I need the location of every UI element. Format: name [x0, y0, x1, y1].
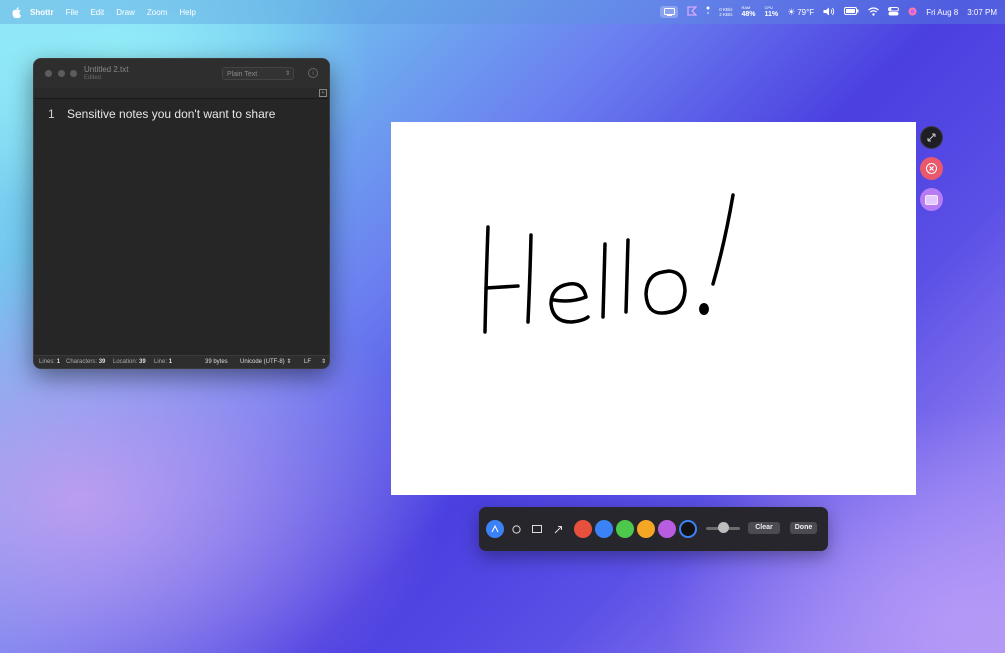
editor-status-bar: Lines: 1 Characters: 39 Location: 39 Lin…: [34, 355, 329, 368]
screen-icon[interactable]: [660, 6, 679, 18]
drawing-toolbar: Clear Done: [479, 507, 828, 551]
pen-tool-button[interactable]: [486, 520, 504, 538]
siri-icon[interactable]: [908, 7, 917, 18]
shottr-status-icon[interactable]: [687, 6, 698, 18]
cpu-stat[interactable]: CPU 11%: [765, 5, 779, 19]
ram-stat[interactable]: RAM 48%: [741, 5, 755, 19]
stroke-h-right: [526, 233, 533, 324]
color-swatch-green[interactable]: [616, 520, 634, 538]
battery-icon[interactable]: [844, 7, 859, 17]
updown-chevron-icon: ⇕: [284, 71, 290, 77]
editor-line-text: Sensitive notes you don't want to share: [67, 107, 276, 121]
network-stats[interactable]: 0 KB/s 2 KB/s: [719, 7, 732, 17]
editor-titlebar[interactable]: Untitled 2.txt Edited Plain Text ⇕ i: [34, 59, 329, 88]
resize-button[interactable]: [920, 126, 943, 149]
arrow-tool-button[interactable]: [549, 520, 567, 538]
arrow-icon: [554, 525, 562, 533]
editor-text-area[interactable]: 1 Sensitive notes you don't want to shar…: [34, 99, 329, 355]
pen-icon: [491, 525, 499, 533]
sun-icon: ☀: [787, 6, 796, 17]
status-characters: Characters: 39: [66, 359, 106, 365]
cpu-value: 11%: [764, 11, 779, 18]
clear-button[interactable]: Clear: [748, 522, 780, 534]
info-icon[interactable]: i: [308, 68, 318, 78]
stroke-l-1: [601, 242, 607, 319]
weather-temp: 79°F: [797, 7, 815, 17]
menu-file[interactable]: File: [66, 8, 79, 17]
format-select[interactable]: Plain Text ⇕: [222, 67, 294, 80]
editor-subtitle: Edited: [84, 75, 102, 81]
expand-icon[interactable]: +: [319, 89, 327, 97]
dot-icon[interactable]: [706, 6, 710, 18]
editor-title: Untitled 2.txt: [84, 65, 129, 74]
line-ending-select[interactable]: LF: [304, 356, 311, 368]
stroke-width-slider-knob[interactable]: [718, 522, 729, 533]
text-editor-window: Untitled 2.txt Edited Plain Text ⇕ i + 1…: [33, 58, 330, 369]
menu-zoom[interactable]: Zoom: [147, 8, 167, 17]
wifi-icon[interactable]: [868, 6, 880, 18]
color-swatch-black[interactable]: [679, 520, 697, 538]
status-lines: Lines: 1: [39, 359, 61, 365]
status-location: Location: 39: [113, 359, 146, 365]
resize-icon: [927, 133, 936, 142]
handwriting-drawing: [483, 193, 735, 334]
status-bytes: 39 bytes: [205, 359, 228, 365]
color-swatch-orange[interactable]: [637, 520, 655, 538]
stroke-exclaim-dot: [699, 303, 709, 315]
stroke-l-2: [624, 238, 630, 314]
color-swatch-red[interactable]: [574, 520, 592, 538]
window-icon: [925, 194, 938, 205]
status-line: Line: 1: [154, 359, 173, 365]
net-down: 2 KB/s: [719, 12, 733, 17]
menu-app-name[interactable]: Shottr: [30, 8, 54, 17]
color-swatch-purple[interactable]: [658, 520, 676, 538]
drawing-canvas[interactable]: [391, 122, 916, 495]
stroke-e: [549, 282, 590, 324]
close-button[interactable]: [920, 157, 943, 180]
circle-tool-button[interactable]: [507, 520, 525, 538]
close-icon: [926, 163, 937, 174]
stroke-h-left: [483, 225, 490, 334]
stroke-o: [644, 269, 687, 315]
apple-menu-icon[interactable]: [11, 6, 21, 18]
zoom-window-button[interactable]: [70, 70, 77, 77]
menu-draw[interactable]: Draw: [116, 8, 135, 17]
color-swatch-blue[interactable]: [595, 520, 613, 538]
line-number: 1: [48, 107, 55, 121]
menu-help[interactable]: Help: [179, 8, 195, 17]
stroke-h-bar: [484, 284, 520, 290]
line-ending-chevron-icon: ⇕: [321, 359, 327, 365]
ram-value: 48%: [741, 11, 756, 18]
volume-icon[interactable]: [823, 7, 835, 18]
menubar-date[interactable]: Fri Aug 8: [926, 8, 958, 17]
done-button[interactable]: Done: [790, 522, 817, 534]
rectangle-icon: [532, 525, 542, 533]
weather-widget[interactable]: ☀ 79°F: [787, 7, 814, 18]
rectangle-tool-button[interactable]: [528, 520, 546, 538]
stroke-exclaim: [711, 193, 735, 286]
control-center-icon[interactable]: [888, 6, 900, 18]
menubar-time[interactable]: 3:07 PM: [967, 8, 997, 17]
encoding-select[interactable]: Unicode (UTF-8) ⇕: [240, 356, 291, 368]
editor-ruler: +: [34, 88, 329, 99]
window-button[interactable]: [920, 188, 943, 211]
close-window-button[interactable]: [45, 70, 52, 77]
menu-bar: Shottr File Edit Draw Zoom Help 0 KB/s 2…: [0, 0, 1005, 24]
format-select-value: Plain Text: [227, 71, 258, 78]
menu-edit[interactable]: Edit: [90, 8, 104, 17]
minimize-window-button[interactable]: [58, 70, 65, 77]
circle-icon: [511, 524, 521, 534]
